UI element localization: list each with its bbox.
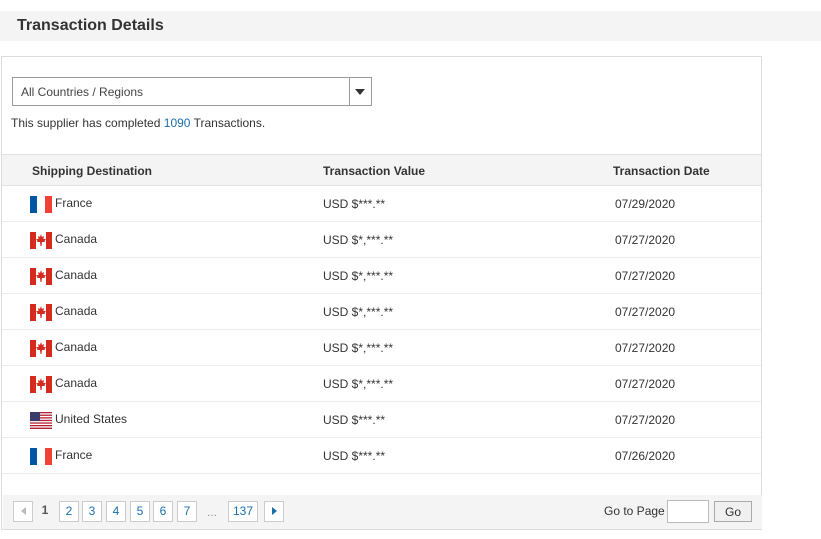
page-link-3[interactable]: 3 [82, 501, 102, 522]
transaction-count: 1090 [163, 116, 191, 130]
united-states-flag-icon [30, 412, 52, 429]
transaction-panel: All Countries / Regions This supplier ha… [1, 56, 762, 530]
country-region-select[interactable]: All Countries / Regions [12, 77, 372, 106]
go-button[interactable]: Go [714, 501, 752, 522]
table-row: Canada USD $*,***.** 07/27/2020 [2, 294, 761, 330]
table-row: Canada USD $*,***.** 07/27/2020 [2, 222, 761, 258]
chevron-down-icon [355, 89, 365, 95]
france-flag-icon [30, 196, 52, 213]
transaction-date-cell: 07/27/2020 [615, 305, 676, 319]
select-dropdown-button[interactable] [349, 78, 371, 105]
transaction-date-cell: 07/27/2020 [615, 341, 676, 355]
shipping-destination-cell: Canada [55, 268, 98, 282]
transaction-value-cell: USD $*,***.** [323, 233, 394, 247]
shipping-destination-cell: France [55, 196, 93, 210]
section-header: Transaction Details [0, 11, 821, 41]
table-row: Canada USD $*,***.** 07/27/2020 [2, 258, 761, 294]
chevron-left-icon [20, 507, 26, 515]
page-current: 1 [41, 503, 49, 517]
transaction-value-cell: USD $*,***.** [323, 269, 394, 283]
page-link-7[interactable]: 7 [177, 501, 197, 522]
canada-flag-icon [30, 232, 52, 249]
transaction-value-cell: USD $***.** [323, 449, 386, 463]
transaction-date-cell: 07/29/2020 [615, 197, 676, 211]
goto-page-label: Go to Page [604, 504, 665, 518]
previous-page-button[interactable] [13, 501, 33, 522]
transaction-value-cell: USD $*,***.** [323, 377, 394, 391]
page-link-6[interactable]: 6 [153, 501, 173, 522]
canada-flag-icon [30, 304, 52, 321]
transaction-date-cell: 07/27/2020 [615, 269, 676, 283]
transaction-value-cell: USD $*,***.** [323, 305, 394, 319]
shipping-destination-cell: Canada [55, 340, 98, 354]
shipping-destination-cell: Canada [55, 304, 98, 318]
transaction-summary: This supplier has completed 1090 Transac… [11, 116, 265, 130]
pagination-bar: 1 2 3 4 5 6 7 ... 137 Go to Page Go [3, 495, 762, 529]
chevron-right-icon [271, 507, 277, 515]
page-link-4[interactable]: 4 [106, 501, 126, 522]
transaction-date-cell: 07/27/2020 [615, 377, 676, 391]
transaction-value-cell: USD $***.** [323, 197, 386, 211]
page-link-last[interactable]: 137 [228, 501, 259, 522]
transaction-value-cell: USD $*,***.** [323, 341, 394, 355]
shipping-destination-cell: United States [55, 412, 128, 426]
goto-page-input[interactable] [667, 500, 709, 523]
transaction-value-cell: USD $***.** [323, 413, 386, 427]
column-header-transaction-date: Transaction Date [613, 164, 710, 178]
column-header-shipping-destination: Shipping Destination [32, 164, 152, 178]
column-header-transaction-value: Transaction Value [323, 164, 426, 178]
page-link-2[interactable]: 2 [59, 501, 79, 522]
country-region-select-value: All Countries / Regions [21, 85, 144, 99]
table-header: Shipping Destination Transaction Value T… [2, 154, 761, 186]
canada-flag-icon [30, 376, 52, 393]
canada-flag-icon [30, 268, 52, 285]
transaction-table-body: France USD $***.** 07/29/2020 Canada USD $*,… [2, 186, 761, 474]
transaction-date-cell: 07/27/2020 [615, 233, 676, 247]
page-title: Transaction Details [17, 17, 164, 34]
table-row: France USD $***.** 07/29/2020 [2, 186, 761, 222]
shipping-destination-cell: Canada [55, 376, 98, 390]
table-row: Canada USD $*,***.** 07/27/2020 [2, 366, 761, 402]
shipping-destination-cell: Canada [55, 232, 98, 246]
shipping-destination-cell: France [55, 448, 93, 462]
pagination-ellipsis: ... [207, 505, 218, 519]
canada-flag-icon [30, 340, 52, 357]
summary-suffix: Transactions. [193, 116, 266, 130]
france-flag-icon [30, 448, 52, 465]
page-link-5[interactable]: 5 [130, 501, 150, 522]
table-row: United States USD $***.** 07/27/2020 [2, 402, 761, 438]
transaction-date-cell: 07/27/2020 [615, 413, 676, 427]
transaction-date-cell: 07/26/2020 [615, 449, 676, 463]
table-row: France USD $***.** 07/26/2020 [2, 438, 761, 474]
summary-prefix: This supplier has completed [11, 116, 161, 130]
next-page-button[interactable] [264, 501, 284, 522]
table-row: Canada USD $*,***.** 07/27/2020 [2, 330, 761, 366]
